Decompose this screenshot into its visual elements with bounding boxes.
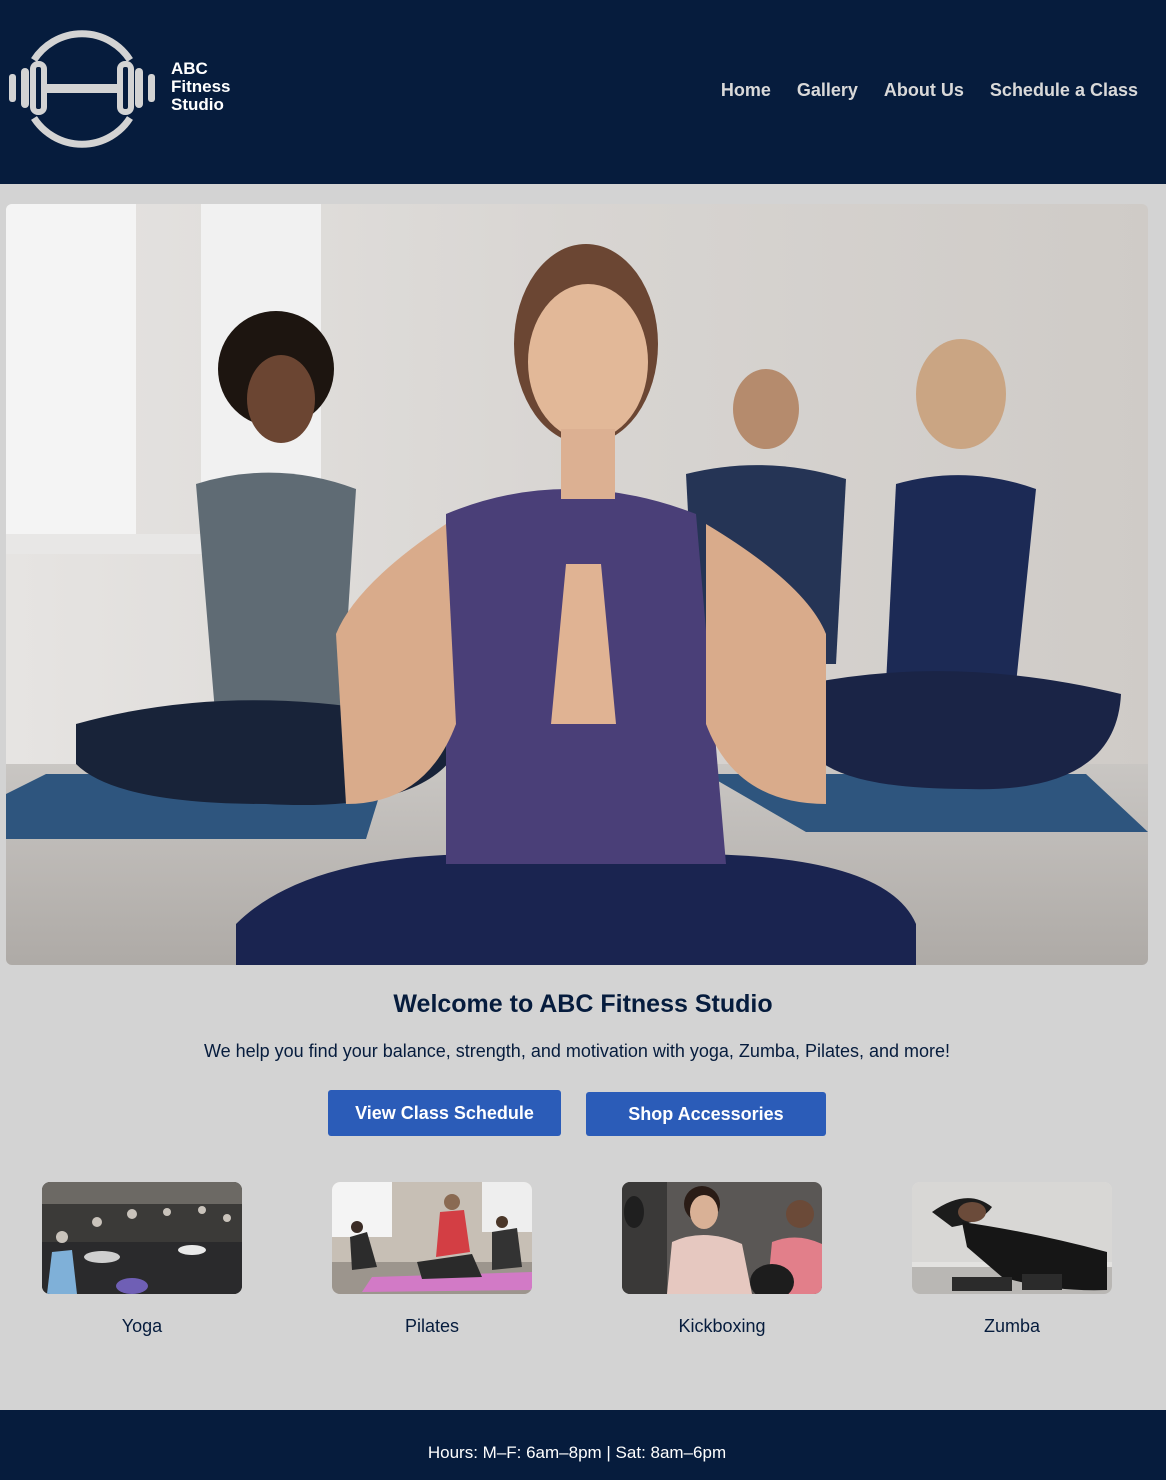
site-header: ABC Fitness Studio Home Gallery About Us… [0,0,1166,184]
brand-line: Fitness [171,77,231,96]
zumba-class-photo[interactable] [912,1182,1112,1294]
yoga-class-photo[interactable] [42,1182,242,1294]
class-label-zumba: Zumba [983,1316,1041,1336]
class-card-kickboxing[interactable]: Kickboxing [622,1182,822,1337]
view-class-schedule-button[interactable]: View Class Schedule [328,1090,561,1136]
nav-gallery[interactable]: Gallery [797,80,858,101]
brand-line: ABC [171,59,208,78]
class-label-kickboxing: Kickboxing [678,1316,766,1336]
welcome-subtitle: We help you find your balance, strength,… [203,1041,951,1061]
class-card-yoga[interactable]: Yoga [42,1182,242,1337]
nav-schedule-class[interactable]: Schedule a Class [990,80,1138,101]
dumbbell-logo-icon[interactable] [6,26,158,150]
class-card-zumba[interactable]: Zumba [912,1182,1112,1337]
nav-home[interactable]: Home [721,80,771,101]
hero-image [6,204,1148,965]
kickboxing-class-photo[interactable] [622,1182,822,1294]
welcome-title: Welcome to ABC Fitness Studio [393,990,773,1018]
site-footer: Hours: M–F: 6am–8pm | Sat: 8am–6pm [0,1410,1166,1480]
main-nav: Home Gallery About Us Schedule a Class [721,80,1138,101]
class-card-pilates[interactable]: Pilates [332,1182,532,1337]
shop-accessories-button[interactable]: Shop Accessories [586,1092,826,1136]
pilates-class-photo[interactable] [332,1182,532,1294]
nav-about-us[interactable]: About Us [884,80,964,101]
brand-name[interactable]: ABC Fitness Studio [171,60,261,114]
brand-line: Studio [171,95,224,114]
class-label-pilates: Pilates [404,1316,460,1336]
class-label-yoga: Yoga [121,1316,163,1336]
business-hours: Hours: M–F: 6am–8pm | Sat: 8am–6pm [427,1443,727,1462]
